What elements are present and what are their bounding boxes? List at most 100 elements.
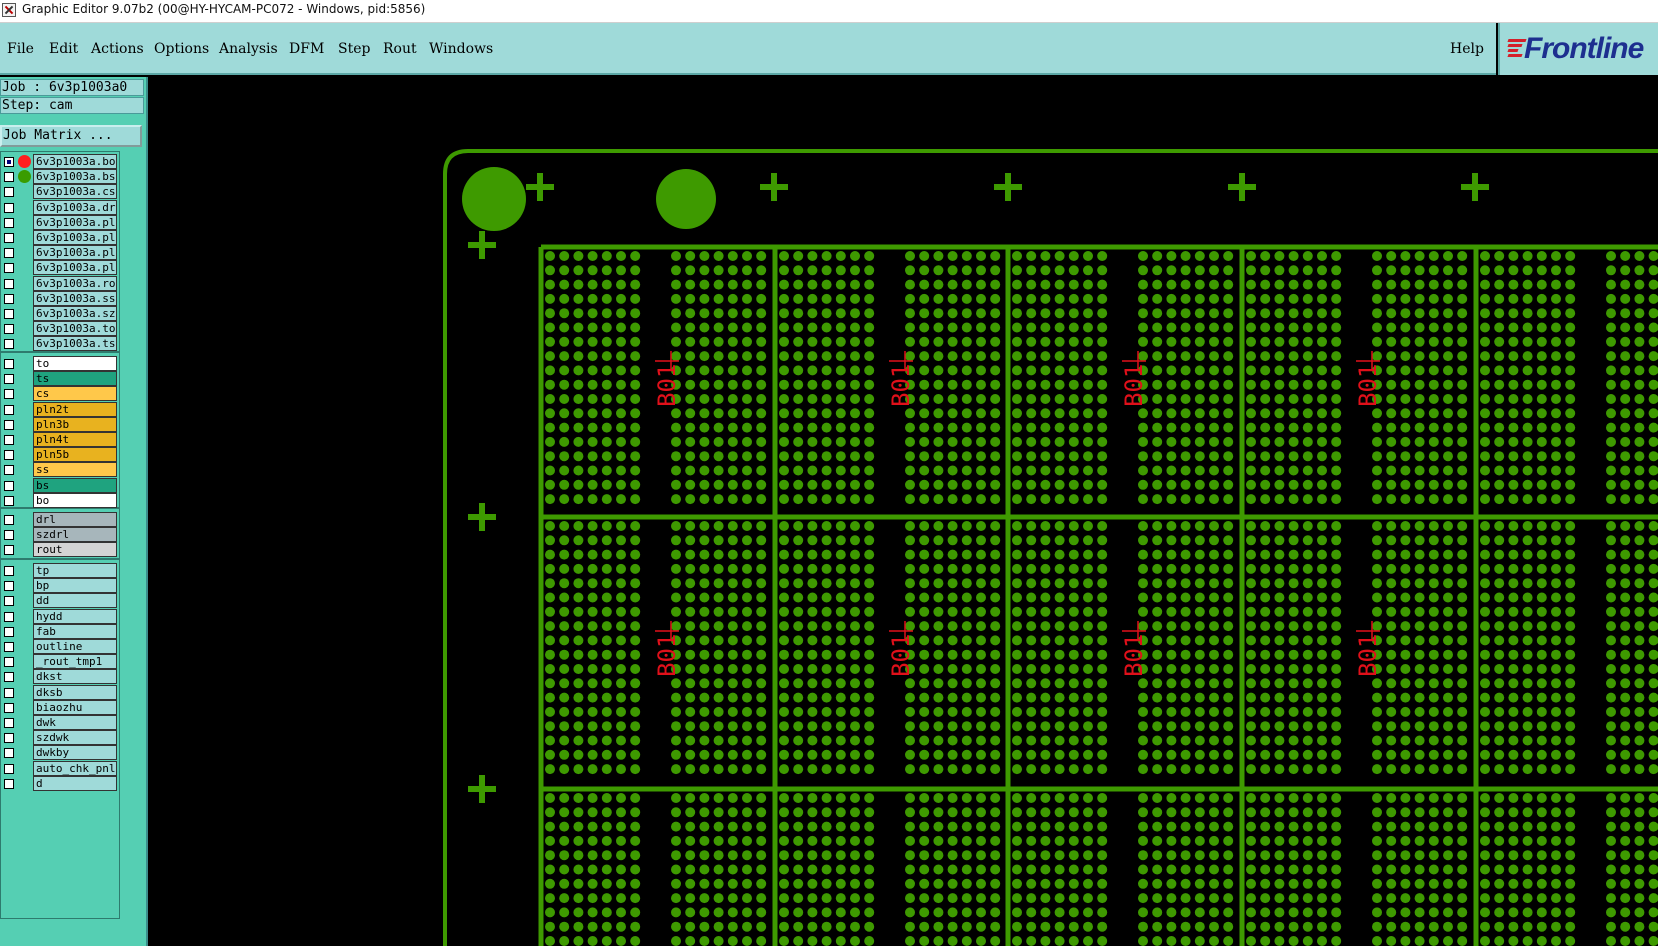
layer-checkbox[interactable] xyxy=(4,702,14,713)
layer-name[interactable]: fab xyxy=(33,623,117,639)
layer-name[interactable]: outline xyxy=(33,639,117,654)
menu-windows[interactable]: Windows xyxy=(429,41,493,57)
layer-name[interactable]: 6v3p1003a.pl xyxy=(33,245,117,261)
layer-name[interactable]: dwk xyxy=(33,715,117,730)
layer-checkbox[interactable] xyxy=(4,172,14,183)
layer-name[interactable]: 6v3p1003a.cs xyxy=(33,184,117,200)
misc-layer-row[interactable]: fab xyxy=(1,623,119,639)
layer-name[interactable]: 6v3p1003a.pl xyxy=(33,260,117,276)
layer-checkbox[interactable] xyxy=(4,278,14,289)
layer-name[interactable]: _rout_tmp1 xyxy=(33,654,117,670)
board-layer-row[interactable]: pln3b xyxy=(1,416,119,432)
drill-layer-row[interactable]: szdrl xyxy=(1,527,119,543)
layer-checkbox[interactable] xyxy=(4,480,14,491)
layer-checkbox[interactable] xyxy=(4,778,14,789)
layer-checkbox[interactable] xyxy=(4,419,14,430)
layer-name[interactable]: 6v3p1003a.bs xyxy=(33,169,117,185)
layer-name[interactable]: d xyxy=(33,775,117,791)
layer-checkbox[interactable] xyxy=(4,718,14,728)
file-layer-row[interactable]: 6v3p1003a.cs xyxy=(1,184,119,200)
layer-name[interactable]: pln2t xyxy=(33,401,117,417)
layer-checkbox[interactable] xyxy=(4,324,14,335)
layer-name[interactable]: dksb xyxy=(33,684,117,700)
layer-name[interactable]: dkst xyxy=(33,669,117,685)
pcb-view[interactable]: B01B01B01B01B01B01B01B01 xyxy=(148,77,1658,946)
drill-layer-row[interactable]: rout xyxy=(1,542,119,558)
board-layer-row[interactable]: pln4t xyxy=(1,432,119,447)
layer-checkbox[interactable] xyxy=(4,657,14,668)
layer-name[interactable]: bo xyxy=(33,492,117,508)
layer-checkbox[interactable] xyxy=(4,404,14,415)
misc-layer-row[interactable]: dwkby xyxy=(1,745,119,761)
layer-checkbox[interactable] xyxy=(4,233,14,243)
layer-name[interactable]: pln3b xyxy=(33,416,117,432)
graphic-canvas[interactable]: B01 B01 B01 B01 B01 B01 B01 B01 xyxy=(148,77,1658,946)
misc-layer-row[interactable]: outline xyxy=(1,639,119,654)
layer-checkbox[interactable] xyxy=(4,389,14,400)
file-layer-row[interactable]: 6v3p1003a.dr xyxy=(1,199,119,215)
layer-checkbox[interactable] xyxy=(4,566,14,576)
layer-checkbox[interactable] xyxy=(4,733,14,744)
layer-checkbox[interactable] xyxy=(4,748,14,759)
board-layer-row[interactable]: ts xyxy=(1,371,119,387)
board-layer-row[interactable]: bo xyxy=(1,492,119,508)
board-layer-row[interactable]: bs xyxy=(1,477,119,493)
layer-name[interactable]: szdwk xyxy=(33,730,117,746)
layer-name[interactable]: szdrl xyxy=(33,527,117,543)
layer-checkbox[interactable] xyxy=(4,248,14,259)
layer-name[interactable]: auto_chk_pnl xyxy=(33,760,117,776)
misc-layer-row[interactable]: szdwk xyxy=(1,730,119,746)
layer-checkbox[interactable] xyxy=(4,339,14,350)
layer-checkbox[interactable] xyxy=(4,450,14,461)
file-layer-row[interactable]: 6v3p1003a.ss xyxy=(1,290,119,306)
layer-checkbox[interactable] xyxy=(4,263,14,274)
drill-layer-row[interactable]: drl xyxy=(1,512,119,527)
file-layer-row[interactable]: 6v3p1003a.pl xyxy=(1,214,119,230)
layer-checkbox[interactable] xyxy=(4,374,14,385)
layer-name[interactable]: tp xyxy=(33,563,117,578)
layer-name[interactable]: dwkby xyxy=(33,745,117,761)
layer-checkbox[interactable] xyxy=(4,596,14,607)
layer-name[interactable]: to xyxy=(33,356,117,371)
file-layer-row[interactable]: 6v3p1003a.bs xyxy=(1,169,119,185)
layer-name[interactable]: drl xyxy=(33,512,117,527)
misc-layer-row[interactable]: _rout_tmp1 xyxy=(1,654,119,670)
board-layer-row[interactable]: to xyxy=(1,356,119,371)
layer-checkbox[interactable] xyxy=(4,687,14,698)
layer-name[interactable]: 6v3p1003a.ro xyxy=(33,275,117,291)
layer-name[interactable]: pln4t xyxy=(33,432,117,447)
layer-display-dot-icon[interactable] xyxy=(18,155,31,168)
file-layer-row[interactable]: 6v3p1003a.bo xyxy=(1,154,119,169)
menu-help[interactable]: Help xyxy=(1450,41,1484,57)
menu-edit[interactable]: Edit xyxy=(49,41,78,57)
menu-step[interactable]: Step xyxy=(338,41,370,57)
layer-checkbox[interactable] xyxy=(4,530,14,541)
menu-rout[interactable]: Rout xyxy=(383,41,417,57)
job-matrix-button[interactable]: Job Matrix ... xyxy=(0,125,142,147)
layer-checkbox[interactable] xyxy=(4,202,14,213)
misc-layer-row[interactable]: dd xyxy=(1,593,119,609)
board-layer-row[interactable]: pln5b xyxy=(1,447,119,463)
layer-name[interactable]: 6v3p1003a.dr xyxy=(33,199,117,215)
board-layer-row[interactable]: ss xyxy=(1,462,119,478)
layer-checkbox[interactable] xyxy=(4,763,14,774)
menu-actions[interactable]: Actions xyxy=(91,41,144,57)
layer-name[interactable]: 6v3p1003a.bo xyxy=(33,154,117,169)
layer-name[interactable]: dd xyxy=(33,593,117,609)
misc-layer-row[interactable]: hydd xyxy=(1,608,119,624)
layer-name[interactable]: pln5b xyxy=(33,447,117,463)
file-layer-row[interactable]: 6v3p1003a.pl xyxy=(1,245,119,261)
layer-name[interactable]: ts xyxy=(33,371,117,387)
file-layer-row[interactable]: 6v3p1003a.ro xyxy=(1,275,119,291)
menu-analysis[interactable]: Analysis xyxy=(219,41,278,57)
layer-checkbox[interactable] xyxy=(4,465,14,476)
layer-checkbox[interactable] xyxy=(4,359,14,369)
layer-checkbox[interactable] xyxy=(4,545,14,556)
board-layer-row[interactable]: cs xyxy=(1,386,119,402)
layer-name[interactable]: rout xyxy=(33,542,117,558)
file-layer-row[interactable]: 6v3p1003a.pl xyxy=(1,260,119,276)
layer-name[interactable]: 6v3p1003a.to xyxy=(33,321,117,337)
layer-checkbox[interactable] xyxy=(4,495,14,506)
file-layer-row[interactable]: 6v3p1003a.sz xyxy=(1,306,119,321)
misc-layer-row[interactable]: dkst xyxy=(1,669,119,685)
